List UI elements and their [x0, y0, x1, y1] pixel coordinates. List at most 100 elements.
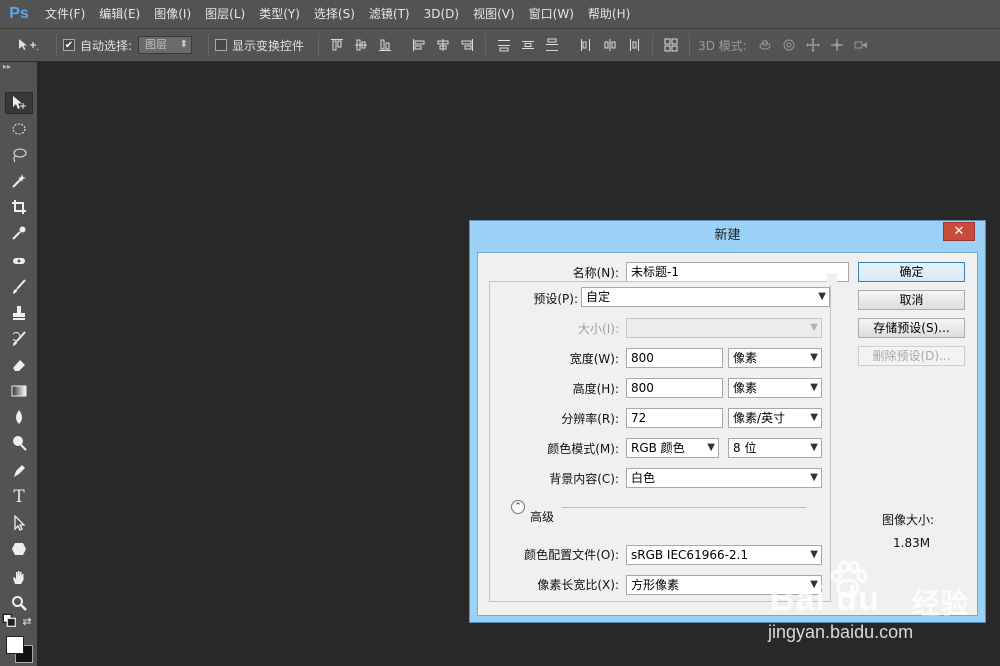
panel-grip-icon[interactable]: ▸▸	[0, 62, 37, 72]
blur-tool-icon[interactable]	[5, 406, 33, 428]
resolution-unit-select[interactable]: 像素/英寸 ▼	[728, 408, 822, 428]
dodge-tool-icon[interactable]	[5, 432, 33, 454]
auto-select-checkbox[interactable]: ✔	[63, 39, 75, 51]
auto-align-icon[interactable]	[662, 36, 680, 54]
distribute-left-icon[interactable]	[577, 36, 595, 54]
size-select: ▼	[626, 318, 822, 338]
photoshop-logo: Ps	[9, 5, 29, 22]
hand-tool-icon[interactable]	[5, 566, 33, 588]
menu-help[interactable]: 帮助(H)	[581, 0, 637, 28]
distribute-bottom-icon[interactable]	[543, 36, 561, 54]
cancel-button[interactable]: 取消	[858, 290, 965, 310]
align-vcenter-icon[interactable]	[352, 36, 370, 54]
spot-healing-icon[interactable]	[5, 250, 33, 272]
align-bottom-icon[interactable]	[376, 36, 394, 54]
chevron-down-icon: ▼	[810, 412, 818, 423]
move-tool-preset-icon[interactable]	[6, 38, 50, 52]
menu-file[interactable]: 文件(F)	[38, 0, 92, 28]
advanced-toggle-icon[interactable]: ⌃	[511, 500, 525, 514]
gradient-tool-icon[interactable]	[5, 380, 33, 402]
align-left-icon[interactable]	[410, 36, 428, 54]
swap-colors-icon[interactable]: ⇄	[19, 614, 35, 628]
menu-filter[interactable]: 滤镜(T)	[362, 0, 417, 28]
align-right-icon[interactable]	[458, 36, 476, 54]
show-transform-checkbox[interactable]	[215, 39, 228, 51]
clone-stamp-icon[interactable]	[5, 302, 33, 324]
width-label: 宽度(W):	[569, 352, 619, 366]
marquee-tool-icon[interactable]	[5, 118, 33, 140]
chevron-down-icon: ▼	[810, 442, 818, 453]
preset-select[interactable]: 自定 ▼	[581, 287, 830, 307]
menu-layer[interactable]: 图层(L)	[198, 0, 252, 28]
background-contents-label: 背景内容(C):	[549, 472, 619, 486]
brush-tool-icon[interactable]	[5, 276, 33, 298]
bit-depth-select[interactable]: 8 位 ▼	[728, 438, 822, 458]
3d-roll-icon[interactable]	[780, 36, 798, 54]
menu-3d[interactable]: 3D(D)	[417, 0, 466, 28]
align-hcenter-icon[interactable]	[434, 36, 452, 54]
menu-select[interactable]: 选择(S)	[307, 0, 362, 28]
crop-tool-icon[interactable]	[5, 196, 33, 218]
shape-tool-icon[interactable]	[5, 538, 33, 560]
baidu-jingyan-text: 经验	[912, 587, 969, 620]
close-button[interactable]: ✕	[943, 222, 975, 241]
separator	[652, 34, 654, 56]
baidu-logo-text: Bai du	[770, 580, 880, 618]
pen-tool-icon[interactable]	[5, 460, 33, 482]
menu-view[interactable]: 视图(V)	[466, 0, 522, 28]
align-top-icon[interactable]	[328, 36, 346, 54]
width-input[interactable]: 800	[626, 348, 723, 368]
preset-label: 预设(P):	[498, 290, 578, 307]
height-unit-value: 像素	[733, 381, 758, 395]
3d-scale-icon[interactable]	[852, 36, 870, 54]
ok-button[interactable]: 确定	[858, 262, 965, 282]
preset-select-value: 自定	[586, 290, 611, 304]
menu-image[interactable]: 图像(I)	[147, 0, 198, 28]
eraser-tool-icon[interactable]	[5, 354, 33, 376]
groupbox-gap	[827, 273, 837, 285]
zoom-tool-icon[interactable]	[5, 592, 33, 614]
name-label: 名称(N):	[572, 266, 619, 280]
auto-select-dropdown[interactable]: 图层	[138, 36, 193, 54]
background-contents-value: 白色	[631, 471, 656, 485]
3d-slide-icon[interactable]	[828, 36, 846, 54]
height-input[interactable]: 800	[626, 378, 723, 398]
advanced-label[interactable]: 高级	[530, 508, 560, 525]
resolution-input[interactable]: 72	[626, 408, 723, 428]
background-contents-select[interactable]: 白色 ▼	[626, 468, 822, 488]
foreground-color-swatch[interactable]	[6, 636, 24, 654]
menu-window[interactable]: 窗口(W)	[522, 0, 581, 28]
save-preset-button[interactable]: 存储预设(S)...	[858, 318, 965, 338]
height-unit-select[interactable]: 像素 ▼	[728, 378, 822, 398]
history-brush-icon[interactable]	[5, 328, 33, 350]
lasso-tool-icon[interactable]	[5, 144, 33, 166]
eyedropper-icon[interactable]	[5, 222, 33, 244]
distribute-top-icon[interactable]	[495, 36, 513, 54]
separator	[208, 34, 210, 56]
chevron-down-icon: ▼	[810, 352, 818, 363]
size-label: 大小(I):	[578, 322, 619, 336]
width-unit-select[interactable]: 像素 ▼	[728, 348, 822, 368]
options-bar: ✔ 自动选择: 图层 显示变换控件 3D 模式:	[0, 28, 1000, 62]
name-input[interactable]: 未标题-1	[626, 262, 849, 282]
3d-rotate-icon[interactable]	[756, 36, 774, 54]
default-colors-icon[interactable]	[2, 613, 18, 628]
magic-wand-icon[interactable]	[5, 170, 33, 192]
distribute-vcenter-icon[interactable]	[519, 36, 537, 54]
tools-panel: ▸▸ T ⇄	[0, 62, 38, 666]
image-size-value: 1.83M	[893, 536, 931, 550]
color-mode-select[interactable]: RGB 颜色 ▼	[626, 438, 719, 458]
type-tool-icon[interactable]: T	[5, 486, 33, 508]
menu-edit[interactable]: 编辑(E)	[92, 0, 147, 28]
distribute-hcenter-icon[interactable]	[601, 36, 619, 54]
distribute-right-icon[interactable]	[625, 36, 643, 54]
separator	[56, 34, 57, 56]
image-size-label: 图像大小:	[882, 513, 935, 527]
move-tool-icon[interactable]	[5, 92, 33, 114]
path-selection-icon[interactable]	[5, 512, 33, 534]
3d-pan-icon[interactable]	[804, 36, 822, 54]
menu-type[interactable]: 类型(Y)	[252, 0, 307, 28]
dialog-title: 新建	[714, 228, 741, 243]
separator	[485, 34, 487, 56]
resolution-label: 分辨率(R):	[561, 412, 619, 426]
